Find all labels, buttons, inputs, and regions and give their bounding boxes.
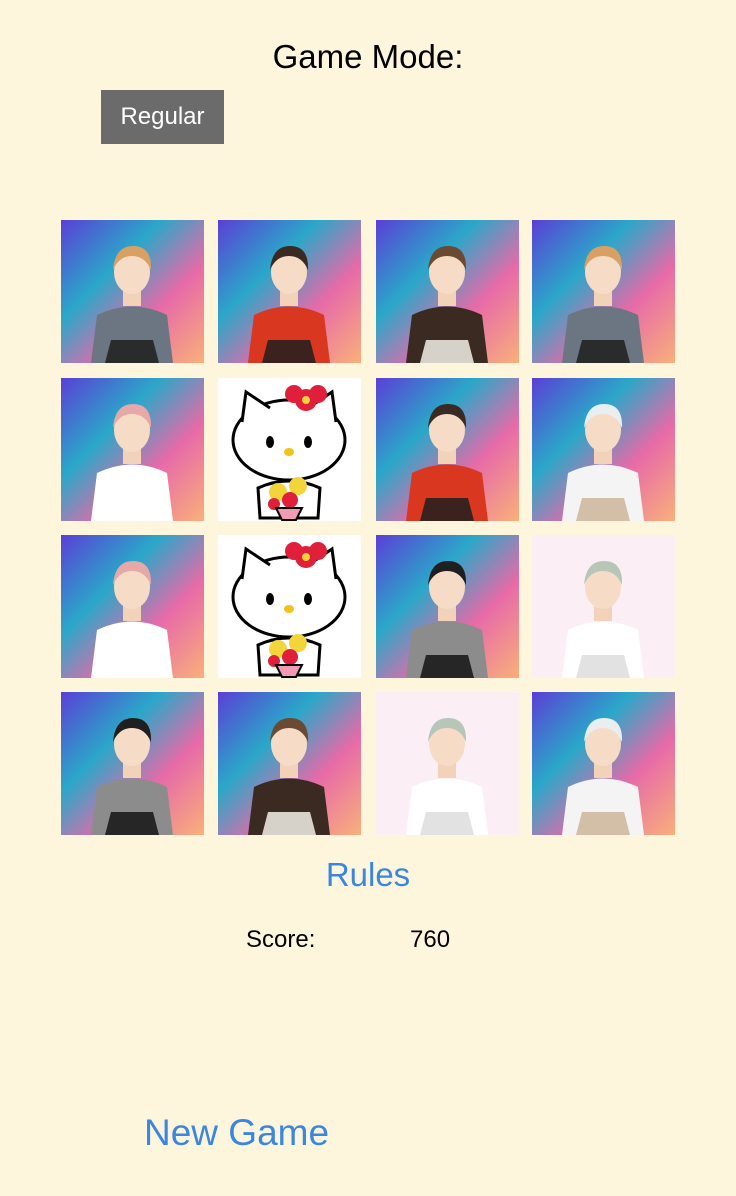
card-member-b[interactable]	[376, 378, 519, 521]
card-member-g[interactable]	[532, 535, 675, 678]
card-member-c[interactable]	[218, 692, 361, 835]
card-member-c[interactable]	[376, 220, 519, 363]
score-label: Score:	[246, 926, 316, 953]
card-grid	[61, 220, 675, 835]
score-value: 760	[410, 926, 451, 953]
card-hello-kitty[interactable]	[218, 535, 361, 678]
card-member-d[interactable]	[61, 378, 204, 521]
card-member-f[interactable]	[376, 535, 519, 678]
game-mode-button[interactable]: Regular	[101, 90, 224, 144]
card-member-f[interactable]	[61, 692, 204, 835]
new-game-button[interactable]: New Game	[144, 1112, 329, 1154]
card-hello-kitty[interactable]	[218, 378, 361, 521]
card-member-g[interactable]	[376, 692, 519, 835]
rules-link[interactable]: Rules	[0, 856, 736, 894]
card-member-e[interactable]	[532, 378, 675, 521]
card-member-a[interactable]	[532, 220, 675, 363]
card-member-d[interactable]	[61, 535, 204, 678]
card-member-a[interactable]	[61, 220, 204, 363]
card-member-e[interactable]	[532, 692, 675, 835]
card-member-b[interactable]	[218, 220, 361, 363]
game-mode-title: Game Mode:	[272, 38, 464, 75]
